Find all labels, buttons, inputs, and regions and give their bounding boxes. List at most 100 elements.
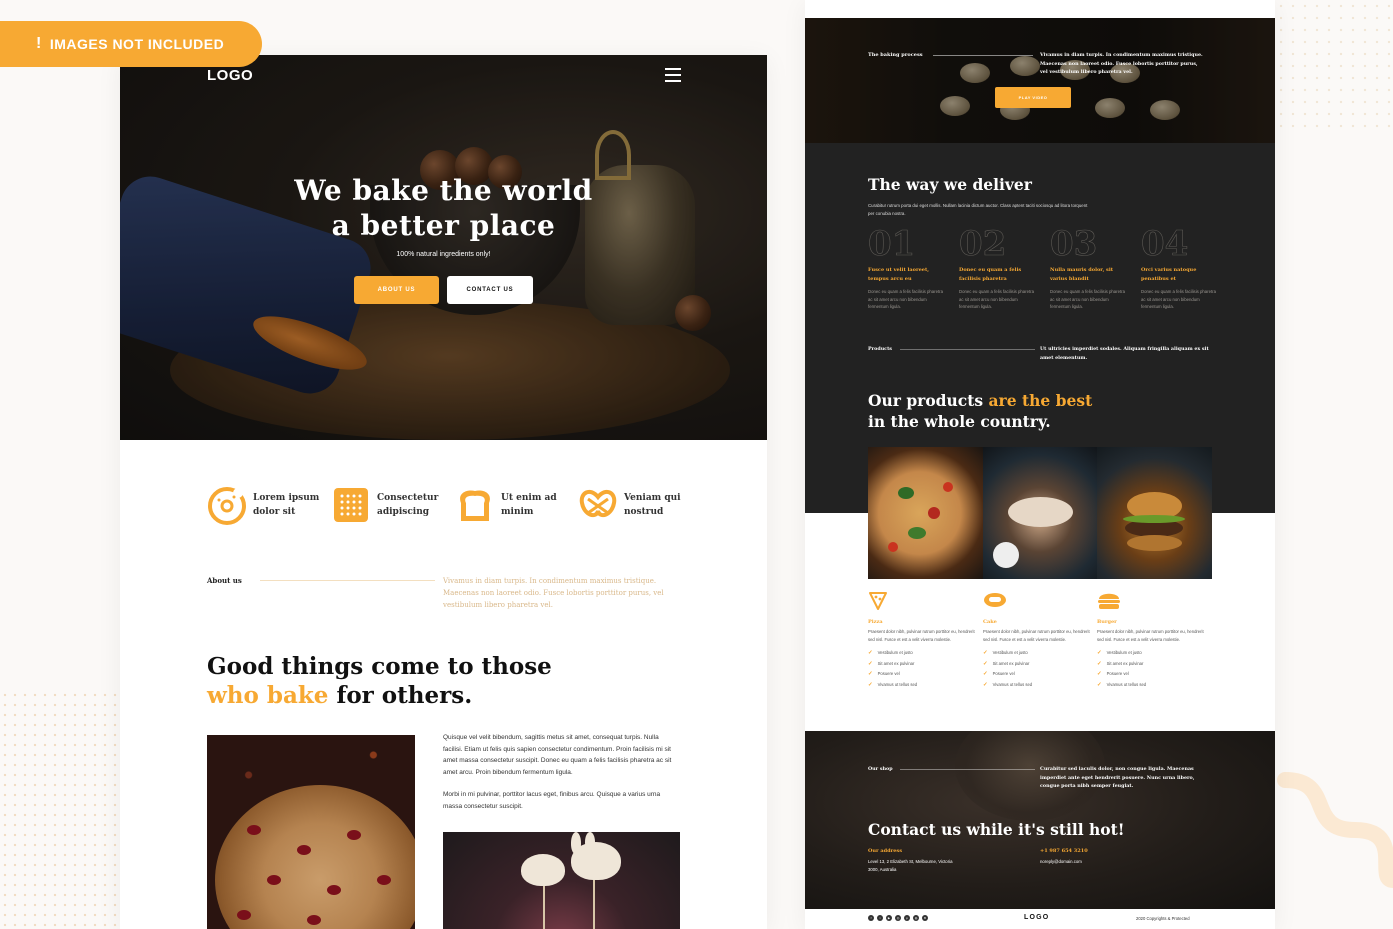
product-category: Cake Praesent dolor nibh, pulvinar rutru… <box>983 590 1093 690</box>
list-item: ✓ Vestibulum et justo <box>1097 648 1207 659</box>
youtube-icon[interactable]: ▶ <box>886 915 892 921</box>
list-item: ✓ Vivamus ut tellus sed <box>868 680 978 691</box>
body-paragraph-2: Morbi in mi pulvinar, porttitor lacus eg… <box>443 791 661 810</box>
check-icon: ✓ <box>983 660 988 667</box>
hamburger-menu-icon[interactable] <box>665 68 681 82</box>
category-desc: Praesent dolor nibh, pulvinar rutrum por… <box>983 629 1090 642</box>
list-item: ✓ Vestibulum et justo <box>983 648 1093 659</box>
feature-line1: Consectetur <box>377 493 439 503</box>
about-divider <box>260 580 435 581</box>
about-us-button[interactable]: ABOUT US <box>354 276 439 304</box>
email-link[interactable]: noreply@domain.com <box>1040 858 1082 866</box>
play-video-button[interactable]: PLAY VIDEO <box>995 87 1071 108</box>
dribbble-icon[interactable]: ◍ <box>913 915 919 921</box>
products-heading-start: Our products <box>868 391 989 410</box>
feature-line1: Veniam qui <box>624 493 681 503</box>
product-category: Pizza Praesent dolor nibh, pulvinar rutr… <box>868 590 978 690</box>
homepage-preview: LOGO We bake the world a better place 10… <box>120 55 767 929</box>
list-item: ✓ Posuere vel <box>1097 669 1207 680</box>
hero-overlay <box>120 55 767 440</box>
category-name: Pizza <box>868 619 883 625</box>
video-overlay <box>805 18 1275 143</box>
pizza-photo <box>868 447 983 579</box>
facebook-icon[interactable]: f <box>868 915 874 921</box>
cracker-icon <box>334 488 368 522</box>
products-text: Ut ultricies imperdiet sodales. Aliquam … <box>1040 346 1209 361</box>
pie-cherry <box>247 825 261 835</box>
address-label: Our address <box>868 848 903 854</box>
feature-item: Ut enim ad minim <box>455 485 557 525</box>
bread-icon <box>460 490 490 521</box>
baking-video-section: The baking process Vivamus in diam turpi… <box>805 18 1275 143</box>
phone-link[interactable]: +1 987 654 3210 <box>1040 848 1088 854</box>
cookie-stick <box>543 882 545 929</box>
pie-cherry <box>347 830 361 840</box>
feature-line1: Ut enim ad <box>501 493 557 503</box>
check-icon: ✓ <box>1097 650 1102 656</box>
pizza-topping <box>928 507 940 519</box>
bunny-cookie <box>521 854 565 886</box>
bunny-cookie <box>571 832 581 854</box>
pie-cherry <box>297 845 311 855</box>
deliver-step: 03 Nulla mauris dolor, sit varius blandi… <box>1050 225 1130 311</box>
check-icon: ✓ <box>868 681 873 688</box>
pie-shape <box>215 785 415 929</box>
site-logo[interactable]: LOGO <box>207 67 253 84</box>
cake-icon <box>984 593 1006 607</box>
category-features: ✓ Vestibulum et justo ✓ Sit amet ex pulvin… <box>1097 648 1207 690</box>
feature-line2: adipiscing <box>377 507 430 517</box>
pizza-icon <box>869 592 887 610</box>
cake-photo <box>982 447 1098 579</box>
exclamation-icon: ! <box>36 35 42 52</box>
cake-top <box>1007 497 1073 527</box>
check-icon: ✓ <box>868 660 873 667</box>
about-us-label: About us <box>207 576 242 585</box>
pinterest-icon[interactable]: p <box>904 915 910 921</box>
step-title: Fusce ut velit laoreet, tempus arcu eu <box>868 267 930 282</box>
behance-icon[interactable]: B <box>922 915 928 921</box>
pie-cherry <box>307 915 321 925</box>
address-value: Level 13, 2 Elizabeth St, Melbourne, Vic… <box>868 859 953 872</box>
footer-copyright: 2020 Copyrights & Protected <box>1136 916 1190 921</box>
feature-line2: dolor sit <box>253 507 296 517</box>
good-things-line1: Good things come to those <box>207 653 552 680</box>
feature-item: Lorem ipsum dolor sit <box>207 485 319 525</box>
hero-tagline: 100% natural ingredients only! <box>396 251 491 258</box>
feature-line2: minim <box>501 507 534 517</box>
features-row: Lorem ipsum dolor sit Consectetur adipis… <box>120 485 767 535</box>
pie-cherry <box>237 910 251 920</box>
body-paragraph-1: Quisque vel velit bibendum, sagittis met… <box>443 734 672 776</box>
bunny-cookie <box>585 832 595 852</box>
products-label: Products <box>868 346 893 352</box>
instagram-icon[interactable]: ◎ <box>895 915 901 921</box>
list-item: ✓ Posuere vel <box>983 669 1093 680</box>
twitter-icon[interactable]: t <box>877 915 883 921</box>
cookie-stick <box>593 877 595 929</box>
check-icon: ✓ <box>1097 671 1102 677</box>
pie-cherry <box>377 875 391 885</box>
footer-logo[interactable]: LOGO <box>1024 914 1049 921</box>
deliver-subtitle: Curabitur rutrum porta dui eget mollis. … <box>868 203 1088 216</box>
list-item: ✓ Vivamus ut tellus sed <box>983 680 1093 691</box>
step-title: Orci varius natoque penatibus et <box>1141 267 1197 282</box>
our-shop-label: Our shop <box>868 766 893 772</box>
pizza-topping <box>898 487 914 499</box>
feature-item: Veniam qui nostrud <box>578 485 681 525</box>
about-text: Vivamus in diam turpis. In condimentum m… <box>443 577 664 609</box>
deliver-step: 01 Fusce ut velit laoreet, tempus arcu e… <box>868 225 948 311</box>
good-things-rest: for others. <box>328 682 473 709</box>
decorative-dots-left <box>0 690 120 929</box>
category-desc: Praesent dolor nibh, pulvinar rutrum por… <box>868 629 975 642</box>
deliver-title: The way we deliver <box>868 175 1032 194</box>
burger-photo <box>1097 447 1212 579</box>
images-not-included-badge: ! IMAGES NOT INCLUDED <box>0 21 262 67</box>
check-icon: ✓ <box>868 671 873 677</box>
step-desc: Donec eu quam a felis facilisis pharetra… <box>1050 289 1125 309</box>
burger-bottom <box>1127 535 1183 551</box>
contact-title: Contact us while it's still hot! <box>868 820 1125 839</box>
contact-us-button[interactable]: CONTACT US <box>447 276 533 304</box>
check-icon: ✓ <box>983 650 988 656</box>
baking-process-divider <box>933 55 1033 56</box>
step-desc: Donec eu quam a felis facilisis pharetra… <box>959 289 1034 309</box>
list-item: ✓ Posuere vel <box>868 669 978 680</box>
